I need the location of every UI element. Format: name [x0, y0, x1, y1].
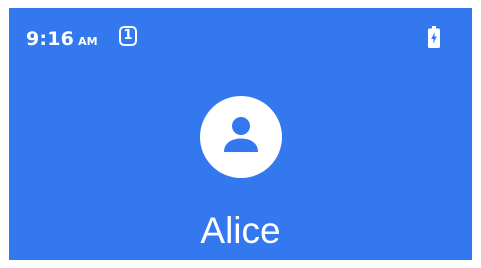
clock: 9:16 AM	[26, 28, 98, 50]
clock-time: 9:16	[26, 28, 75, 50]
avatar	[200, 96, 282, 178]
battery-charging-icon	[428, 26, 440, 48]
contact-screen: 9:16 AM 1 Alice	[9, 8, 472, 260]
person-icon	[224, 117, 258, 152]
contact-name: Alice	[200, 210, 281, 251]
clock-ampm: AM	[78, 35, 98, 48]
status-bar: 9:16 AM 1	[9, 8, 472, 62]
notification-count-badge: 1	[119, 26, 137, 46]
